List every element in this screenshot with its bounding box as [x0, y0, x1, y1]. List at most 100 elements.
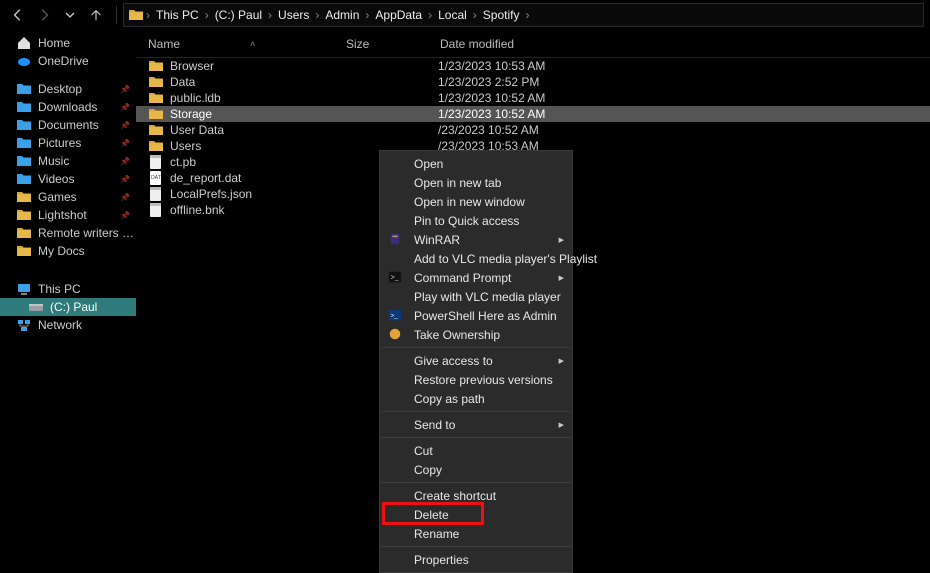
cmd-icon: >_ — [388, 270, 404, 286]
sidebar-item-label: Downloads — [38, 100, 97, 114]
back-button[interactable] — [6, 3, 30, 27]
svg-text:>_: >_ — [391, 274, 399, 281]
context-menu-item[interactable]: Take Ownership — [380, 325, 572, 344]
pin-icon: 📌 — [120, 103, 130, 112]
file-list-pane: Name˄ Size Date modified Browser1/23/202… — [136, 30, 930, 540]
sidebar-item[interactable]: Documents📌 — [0, 116, 136, 134]
folder-icon — [148, 74, 164, 90]
submenu-arrow-icon: ▶ — [559, 421, 564, 429]
pin-icon: 📌 — [120, 175, 130, 184]
context-menu-item[interactable]: Properties — [380, 550, 572, 569]
sidebar-item[interactable]: Downloads 📌 — [0, 98, 136, 116]
breadcrumb-segment[interactable]: (C:) Paul — [211, 8, 266, 22]
context-menu-item[interactable]: Copy — [380, 460, 572, 479]
sidebar-item[interactable]: OneDrive — [0, 52, 136, 70]
sidebar-item[interactable]: My Docs — [0, 242, 136, 260]
breadcrumb-segment[interactable]: AppData — [371, 8, 426, 22]
file-name: de_report.dat — [170, 171, 344, 185]
sidebar-item[interactable]: Lightshot📌 — [0, 206, 136, 224]
file-row[interactable]: Data1/23/2023 2:52 PM — [136, 74, 930, 90]
sidebar-item[interactable]: Games📌 — [0, 188, 136, 206]
sidebar-item[interactable]: Remote writers tech — [0, 224, 136, 242]
context-menu-label: Pin to Quick access — [414, 214, 519, 228]
file-icon — [148, 154, 164, 170]
pin-icon: 📌 — [120, 211, 130, 220]
column-header-date[interactable]: Date modified — [428, 37, 930, 51]
column-header-name[interactable]: Name˄ — [136, 37, 334, 51]
context-menu-label: Create shortcut — [414, 489, 496, 503]
context-menu-item[interactable]: WinRAR▶ — [380, 230, 572, 249]
file-row[interactable]: Storage1/23/2023 10:52 AM — [136, 106, 930, 122]
context-menu-item[interactable]: Give access to▶ — [380, 351, 572, 370]
context-menu-label: Play with VLC media player — [414, 290, 561, 304]
sidebar-item[interactable]: Videos📌 — [0, 170, 136, 188]
sidebar-item[interactable]: Desktop 📌 — [0, 80, 136, 98]
context-menu-item[interactable]: >_PowerShell Here as Admin — [380, 306, 572, 325]
sidebar-item-label: Games — [38, 190, 77, 204]
sidebar-item[interactable]: This PC — [0, 280, 136, 298]
context-menu-item[interactable]: >_Command Prompt▶ — [380, 268, 572, 287]
breadcrumb-segment[interactable]: Spotify — [479, 8, 524, 22]
context-menu-item[interactable]: Delete — [380, 505, 572, 524]
thispc-icon — [16, 281, 32, 297]
context-menu-item[interactable]: Rename — [380, 524, 572, 543]
context-menu-item[interactable]: Send to ▶ — [380, 415, 572, 434]
context-menu-separator — [381, 437, 571, 438]
breadcrumb-segment[interactable]: Users — [274, 8, 313, 22]
navigation-pane: Home OneDrive Desktop 📌 Downloads 📌 Documents… — [0, 30, 136, 540]
context-menu-item[interactable]: Open in new window — [380, 192, 572, 211]
context-menu-item[interactable]: Pin to Quick access — [380, 211, 572, 230]
up-button[interactable] — [84, 3, 108, 27]
folder-icon — [16, 189, 32, 205]
context-menu-item[interactable]: Add to VLC media player's Playlist — [380, 249, 572, 268]
recent-locations-button[interactable] — [58, 3, 82, 27]
file-row[interactable]: Browser1/23/2023 10:53 AM — [136, 58, 930, 74]
desktop-icon — [16, 81, 32, 97]
sidebar-item-label: Desktop — [38, 82, 82, 96]
context-menu-separator — [381, 546, 571, 547]
context-menu-item[interactable]: Restore previous versions — [380, 370, 572, 389]
file-name: User Data — [170, 123, 344, 137]
folder-icon — [148, 106, 164, 122]
context-menu-item[interactable]: Open in new tab — [380, 173, 572, 192]
context-menu-label: Delete — [414, 508, 449, 522]
nav-separator — [116, 6, 117, 24]
sidebar-item[interactable]: Music📌 — [0, 152, 136, 170]
file-icon: DAT — [148, 170, 164, 186]
context-menu-item[interactable]: Copy as path — [380, 389, 572, 408]
context-menu-label: Copy — [414, 463, 442, 477]
sidebar-item[interactable]: Pictures📌 — [0, 134, 136, 152]
sidebar-item-label: Pictures — [38, 136, 81, 150]
sidebar-item-label: OneDrive — [38, 54, 89, 68]
context-menu-label: Command Prompt — [414, 271, 511, 285]
context-menu-label: Send to — [414, 418, 455, 432]
file-date: 1/23/2023 10:52 AM — [438, 107, 545, 121]
sidebar-item[interactable]: Home — [0, 34, 136, 52]
chevron-right-icon: › — [426, 8, 434, 22]
address-bar[interactable]: › This PC›(C:) Paul›Users›Admin›AppData›… — [123, 3, 924, 27]
breadcrumb-segment[interactable]: This PC — [152, 8, 203, 22]
file-row[interactable]: User Data/23/2023 10:52 AM — [136, 122, 930, 138]
file-date: /23/2023 10:52 AM — [438, 123, 539, 137]
context-menu-label: Open in new tab — [414, 176, 501, 190]
chevron-right-icon: › — [523, 8, 531, 22]
file-name: public.ldb — [170, 91, 344, 105]
sidebar-item[interactable]: (C:) Paul — [0, 298, 136, 316]
forward-button[interactable] — [32, 3, 56, 27]
pin-icon: 📌 — [120, 85, 130, 94]
context-menu-item[interactable]: Open — [380, 154, 572, 173]
file-row[interactable]: public.ldb1/23/2023 10:52 AM — [136, 90, 930, 106]
context-menu-item[interactable]: Cut — [380, 441, 572, 460]
winrar-icon — [388, 232, 404, 248]
sidebar-item[interactable]: Network — [0, 316, 136, 334]
breadcrumb-segment[interactable]: Local — [434, 8, 471, 22]
context-menu-item[interactable]: Create shortcut — [380, 486, 572, 505]
navigation-bar: › This PC›(C:) Paul›Users›Admin›AppData›… — [0, 0, 930, 30]
sidebar-item-label: Music — [38, 154, 69, 168]
context-menu-label: Open — [414, 157, 443, 171]
sidebar-item-label: My Docs — [38, 244, 85, 258]
column-header-size[interactable]: Size — [334, 37, 428, 51]
context-menu-item[interactable]: Play with VLC media player — [380, 287, 572, 306]
folder-icon — [16, 243, 32, 259]
breadcrumb-segment[interactable]: Admin — [321, 8, 363, 22]
